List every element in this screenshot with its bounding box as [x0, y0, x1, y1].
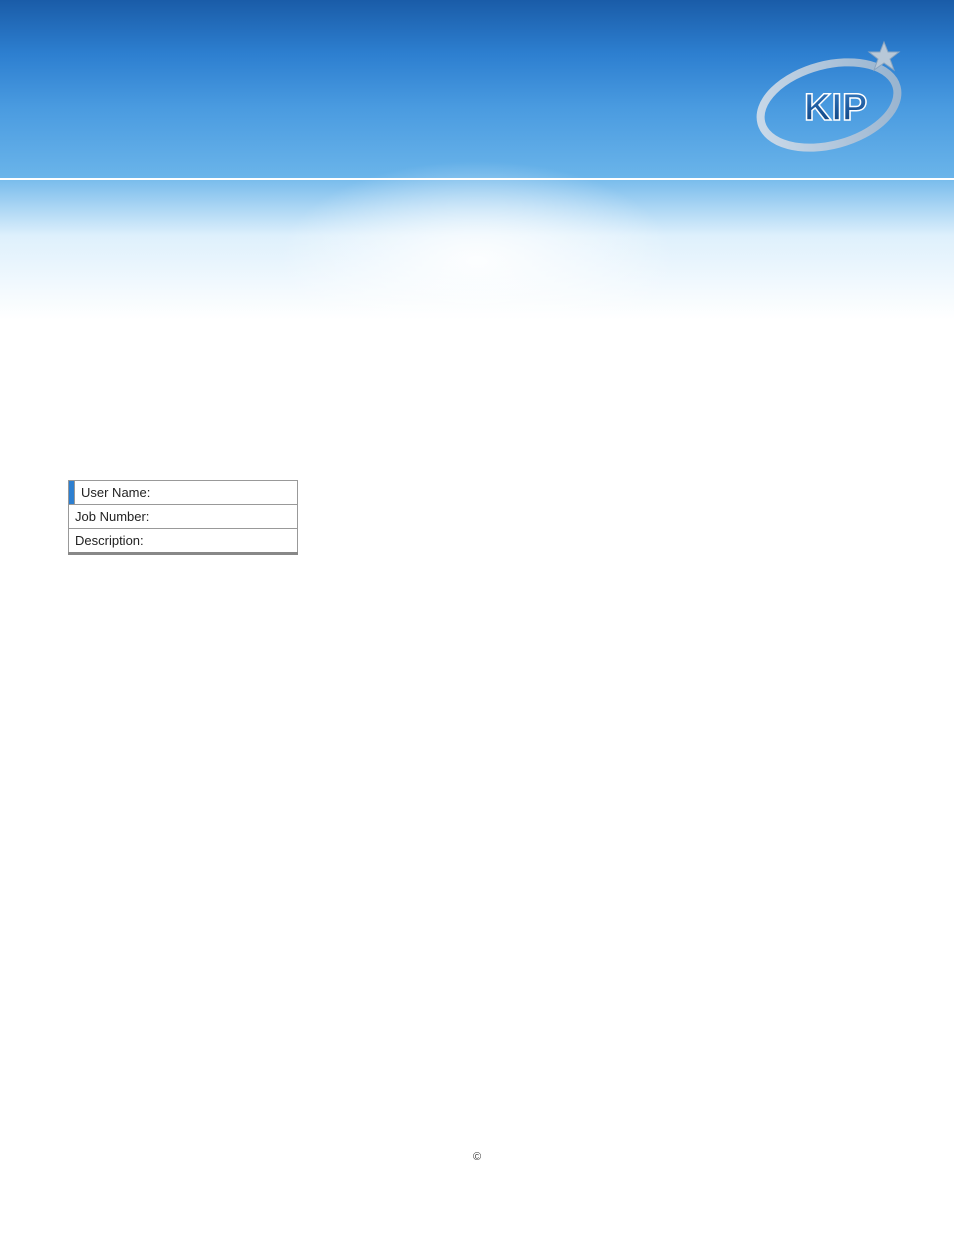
- form-label-username: User Name:: [75, 481, 298, 505]
- header-glow: [277, 160, 677, 360]
- form-table: User Name: Job Number: Description:: [68, 480, 298, 555]
- copyright-text: ©: [473, 1151, 481, 1163]
- kip-logo-icon: KIP: [754, 30, 904, 160]
- form-label-jobnumber: Job Number:: [69, 505, 298, 529]
- kip-logo: KIP: [754, 30, 904, 160]
- form-panel: User Name: Job Number: Description:: [68, 480, 298, 555]
- form-label-description: Description:: [69, 529, 298, 554]
- table-row: Job Number:: [69, 505, 298, 529]
- table-row: Description:: [69, 529, 298, 554]
- table-row: User Name:: [69, 481, 298, 505]
- svg-text:KIP: KIP: [804, 87, 867, 129]
